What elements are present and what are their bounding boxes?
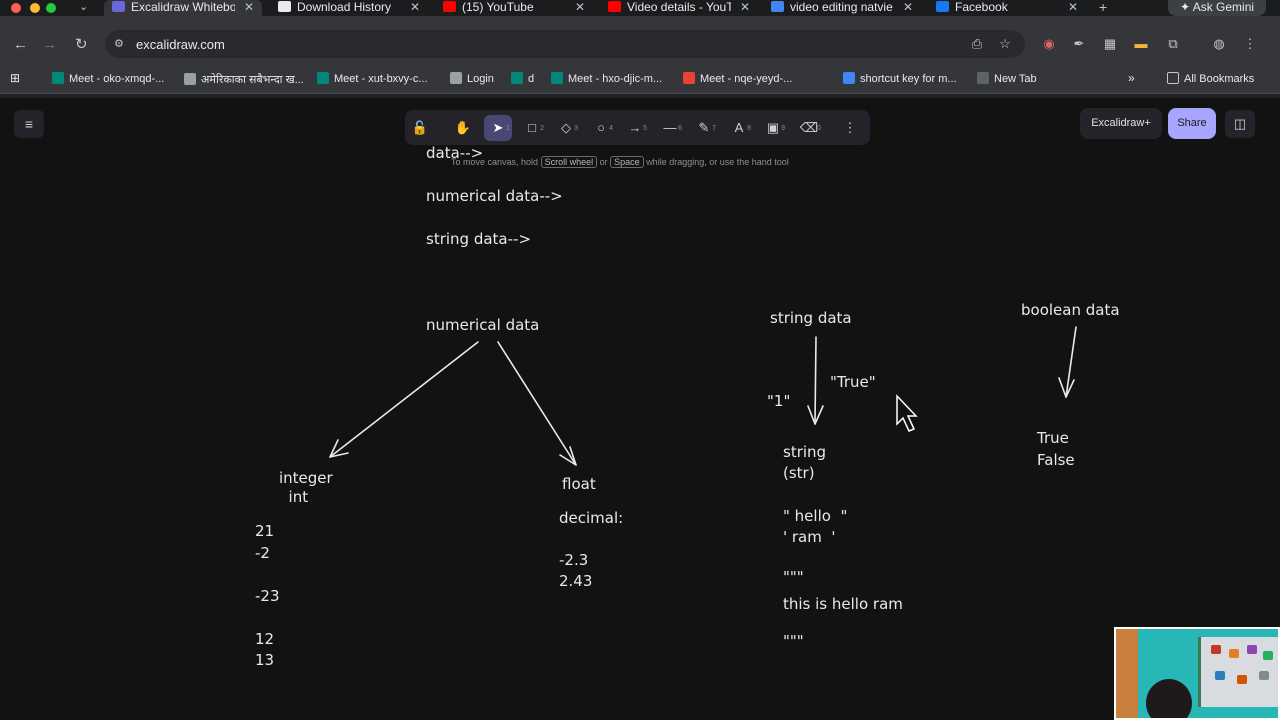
arrow-to-float[interactable] — [497, 341, 577, 466]
arrow-to-boolean-values[interactable] — [1058, 326, 1077, 398]
canvas-arrows — [329, 326, 1077, 466]
mouse-cursor-icon — [896, 394, 918, 432]
webcam-overlay — [1114, 627, 1280, 720]
webcam-person — [1146, 679, 1192, 718]
arrow-to-integer[interactable] — [329, 341, 479, 458]
arrow-to-string[interactable] — [807, 336, 824, 425]
